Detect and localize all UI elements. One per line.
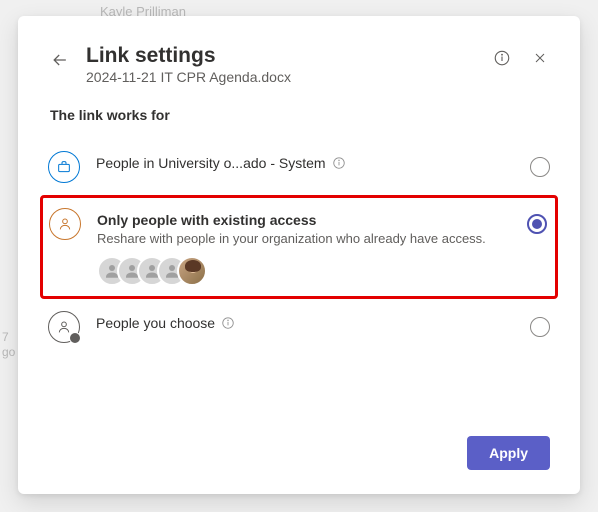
close-icon [532,50,548,66]
background-fragment-2: go [2,345,15,359]
background-fragment-1: 7 [2,330,9,344]
info-icon[interactable] [221,316,235,330]
option-existing-title: Only people with existing access [97,212,316,228]
radio-existing[interactable] [527,214,547,234]
avatar-user [177,256,207,286]
option-org[interactable]: People in University o...ado - System [48,139,550,195]
option-choose[interactable]: People you choose [48,299,550,355]
option-choose-title: People you choose [96,315,215,331]
option-choose-text: People you choose [96,311,514,331]
radio-choose[interactable] [530,317,550,337]
back-button[interactable] [48,48,72,72]
option-existing-desc: Reshare with people in your organization… [97,230,511,248]
gear-badge-icon [69,332,81,344]
title-block: Link settings 2024-11-21 IT CPR Agenda.d… [86,44,478,85]
option-org-text: People in University o...ado - System [96,151,514,171]
dialog-filename: 2024-11-21 IT CPR Agenda.docx [86,69,478,85]
link-settings-dialog: Link settings 2024-11-21 IT CPR Agenda.d… [18,16,580,494]
person-icon [49,208,81,240]
apply-button[interactable]: Apply [467,436,550,470]
option-existing-access[interactable]: Only people with existing access Reshare… [40,195,558,299]
person-settings-icon [48,311,80,343]
info-icon [493,49,511,67]
header-actions [492,48,550,68]
radio-org[interactable] [530,157,550,177]
dialog-footer: Apply [48,418,550,470]
arrow-left-icon [50,50,70,70]
dialog-title: Link settings [86,44,478,68]
avatar-stack [97,256,511,286]
dialog-header: Link settings 2024-11-21 IT CPR Agenda.d… [48,44,550,85]
section-label: The link works for [50,107,550,123]
info-icon[interactable] [332,156,346,170]
close-button[interactable] [530,48,550,68]
option-existing-text: Only people with existing access Reshare… [97,208,511,286]
briefcase-icon [48,151,80,183]
option-org-title: People in University o...ado - System [96,155,326,171]
info-button[interactable] [492,48,512,68]
